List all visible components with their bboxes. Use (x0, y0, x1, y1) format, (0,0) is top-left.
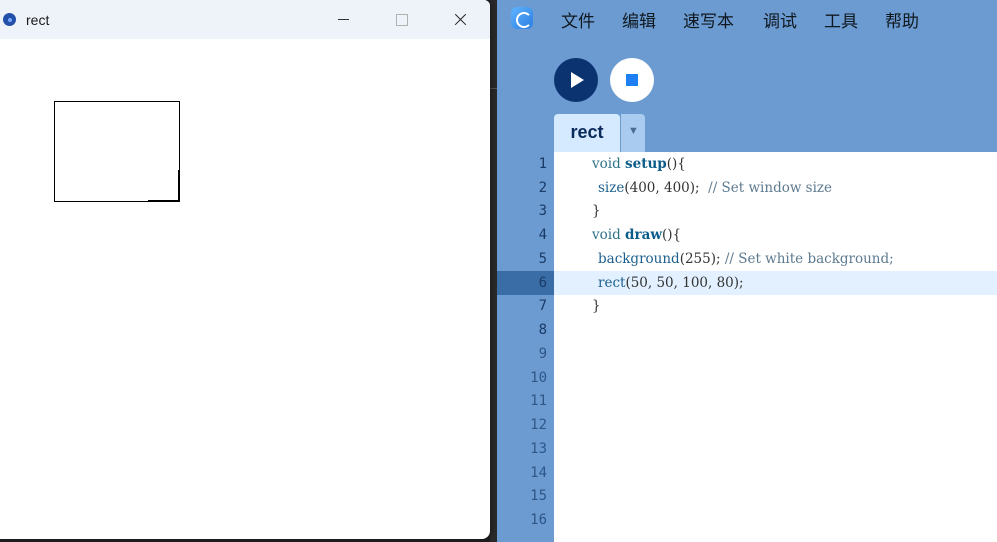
stop-icon (626, 74, 638, 86)
code-line-6: rect(50, 50, 100, 80); (598, 275, 744, 291)
window-title: rect (26, 12, 50, 28)
code-line-4: void draw(){ (592, 227, 682, 243)
line-number: 12 (530, 417, 547, 433)
menu-sketch[interactable]: 速写本 (683, 7, 734, 32)
menu-debug[interactable]: 调试 (763, 7, 797, 32)
sketch-window[interactable]: rect (0, 0, 490, 539)
tab-label: rect (570, 122, 604, 142)
play-icon (571, 72, 584, 88)
line-number: 13 (530, 441, 547, 457)
processing-logo-icon (511, 7, 533, 29)
tab-menu-button[interactable]: ▼ (621, 114, 645, 152)
processing-ide: 文件 编辑 速写本 调试 工具 帮助 rect ▼ 1 2 3 4 5 6 7 … (497, 0, 997, 542)
menu-help[interactable]: 帮助 (885, 7, 919, 32)
code-editor[interactable]: void setup(){ size(400, 400); // Set win… (554, 152, 997, 542)
menu-edit[interactable]: 编辑 (622, 7, 656, 32)
tab-rect[interactable]: rect (554, 114, 620, 152)
close-button[interactable] (431, 0, 489, 39)
chevron-down-icon: ▼ (628, 125, 639, 137)
background-window-strip (490, 0, 497, 542)
line-number: 16 (530, 512, 547, 528)
line-number: 3 (538, 203, 547, 219)
line-number: 14 (530, 465, 547, 481)
line-number: 5 (538, 251, 547, 267)
maximize-button[interactable] (373, 0, 431, 39)
line-number: 15 (530, 488, 547, 504)
processing-app-icon (3, 13, 16, 26)
stop-button[interactable] (610, 58, 654, 102)
minimize-button[interactable] (315, 0, 373, 39)
line-number: 2 (538, 180, 547, 196)
line-number: 4 (538, 227, 547, 243)
line-number-gutter: 1 2 3 4 5 6 7 8 9 10 11 12 13 14 15 16 (497, 152, 554, 542)
menu-tools[interactable]: 工具 (824, 7, 858, 32)
menu-file[interactable]: 文件 (561, 7, 595, 32)
line-number: 8 (538, 322, 547, 338)
code-line-7: } (592, 298, 601, 314)
code-line-3: } (592, 203, 601, 219)
code-line-1: void setup(){ (592, 156, 686, 172)
line-number-current: 6 (538, 275, 547, 291)
line-number: 10 (530, 370, 547, 386)
drawn-rectangle (54, 101, 180, 202)
line-number: 7 (538, 298, 547, 314)
run-button[interactable] (554, 58, 598, 102)
line-number: 11 (530, 393, 547, 409)
line-number: 1 (538, 156, 547, 172)
menu-bar: 文件 编辑 速写本 调试 工具 帮助 (497, 0, 997, 36)
code-line-2: size(400, 400); // Set window size (598, 180, 833, 196)
code-line-5: background(255); // Set white background… (598, 251, 894, 267)
title-bar[interactable]: rect (0, 0, 490, 39)
line-number: 9 (538, 346, 547, 362)
